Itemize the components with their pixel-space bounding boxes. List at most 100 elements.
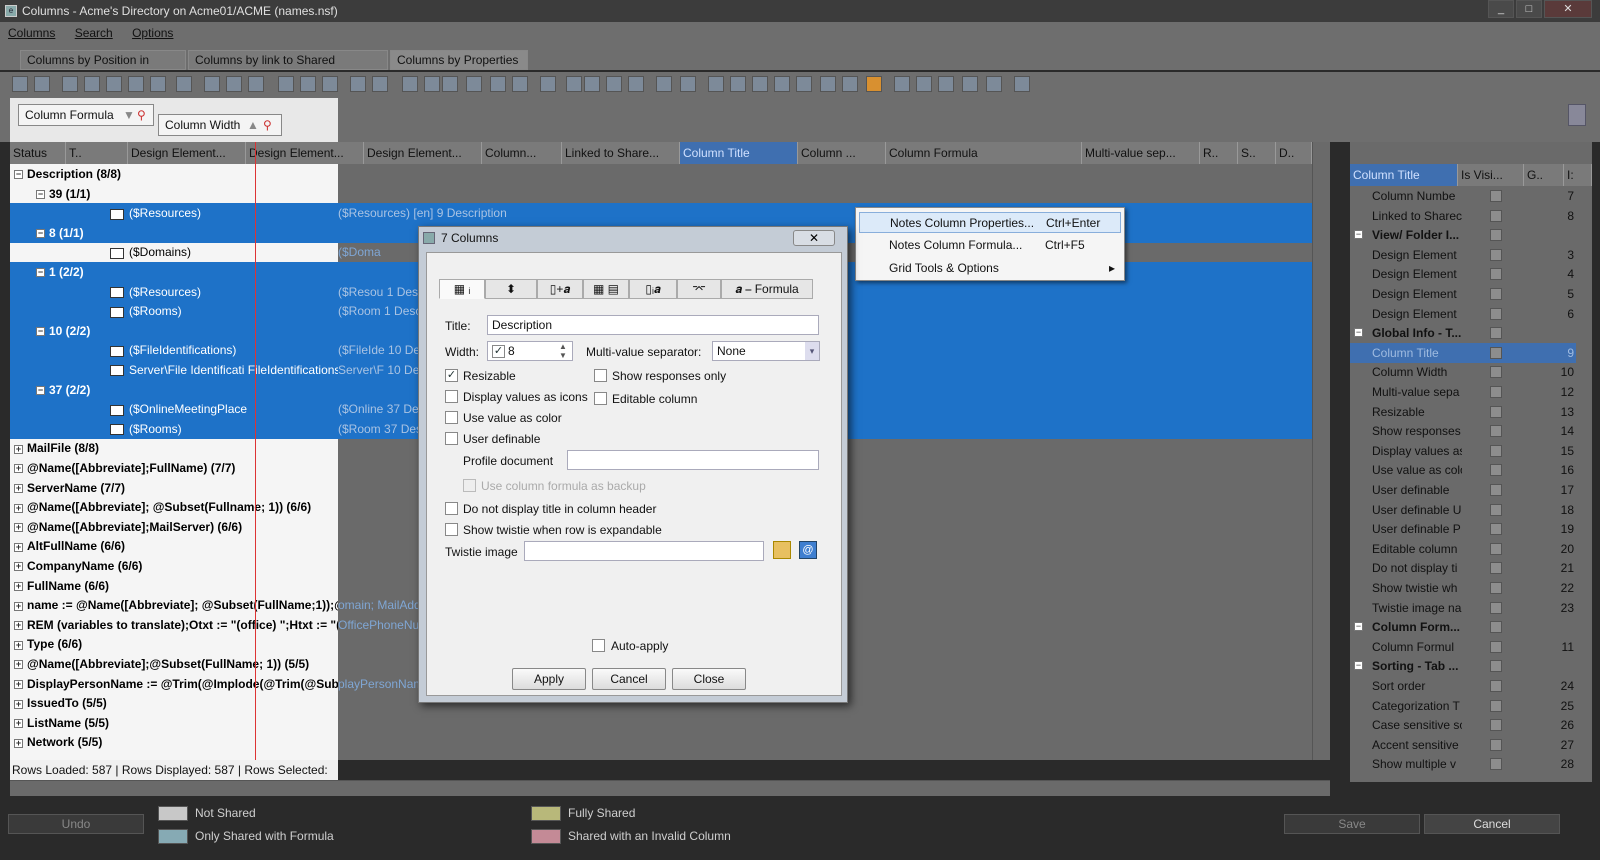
- header-design-element-2[interactable]: Design Element...: [246, 142, 364, 164]
- group-chip-column-formula[interactable]: Column Formula ▼ ⚲: [18, 104, 154, 126]
- toolbar-tool-icon[interactable]: [584, 76, 600, 92]
- tab-formula[interactable]: 𝒂 ⎯ Formula: [721, 279, 813, 299]
- toolbar-tool-icon[interactable]: [938, 76, 954, 92]
- tab-basics[interactable]: ▦ ᵢ: [439, 279, 485, 299]
- expand-toggle-icon[interactable]: +: [14, 483, 23, 493]
- visible-checkbox[interactable]: [1490, 699, 1502, 712]
- visible-checkbox[interactable]: [1490, 719, 1502, 732]
- expand-toggle-icon[interactable]: +: [14, 719, 23, 729]
- tab-sorting[interactable]: ⬍: [485, 279, 537, 299]
- toolbar-tool-icon[interactable]: [962, 76, 978, 92]
- property-row[interactable]: Categorization T 25: [1350, 696, 1576, 716]
- visible-checkbox[interactable]: [1490, 660, 1502, 673]
- property-row[interactable]: Design Element 6: [1350, 304, 1576, 324]
- undo-button[interactable]: Undo: [8, 814, 144, 834]
- property-row[interactable]: Column Numbe 7: [1350, 186, 1576, 206]
- visible-checkbox[interactable]: [1490, 562, 1502, 575]
- collapse-toggle-icon[interactable]: −: [1354, 622, 1363, 632]
- property-row[interactable]: Show multiple v 28: [1350, 754, 1576, 774]
- group-chip-column-width[interactable]: Column Width ▲ ⚲: [158, 114, 282, 136]
- visible-checkbox[interactable]: [1490, 190, 1502, 202]
- visible-checkbox[interactable]: [1490, 444, 1502, 457]
- toolbar-tool-icon[interactable]: [176, 76, 192, 92]
- property-row[interactable]: Accent sensitive 27: [1350, 735, 1576, 755]
- grid-vertical-scrollbar[interactable]: [1312, 142, 1330, 760]
- table-row[interactable]: −39 (1/1): [10, 184, 1330, 204]
- visible-checkbox[interactable]: [1490, 307, 1502, 320]
- visible-checkbox[interactable]: [1490, 601, 1502, 614]
- toolbar-tool-icon[interactable]: [820, 76, 836, 92]
- visible-checkbox[interactable]: [1490, 229, 1502, 242]
- toolbar-tool-icon[interactable]: [62, 76, 78, 92]
- menu-item-notes-column-formula[interactable]: Notes Column Formula... Ctrl+F5: [859, 235, 1121, 256]
- property-row[interactable]: User definable P 19: [1350, 519, 1576, 539]
- no-title-checkbox[interactable]: [445, 502, 458, 515]
- property-row[interactable]: Twistie image na 23: [1350, 598, 1576, 618]
- tab-title-font[interactable]: ▯ᵢ𝒂: [629, 279, 677, 299]
- toolbar-tool-icon[interactable]: [128, 76, 144, 92]
- visible-checkbox[interactable]: [1490, 582, 1502, 594]
- header-group[interactable]: G..: [1524, 164, 1564, 186]
- collapse-toggle-icon[interactable]: −: [1354, 230, 1363, 240]
- use-color-checkbox[interactable]: [445, 411, 458, 424]
- collapse-toggle-icon[interactable]: −: [1354, 661, 1363, 671]
- expand-toggle-icon[interactable]: +: [14, 581, 23, 591]
- visible-checkbox[interactable]: [1490, 503, 1502, 516]
- toolbar-tool-icon[interactable]: [300, 76, 316, 92]
- expand-toggle-icon[interactable]: −: [14, 170, 23, 180]
- toolbar-tool-icon[interactable]: [226, 76, 242, 92]
- editable-checkbox[interactable]: [594, 392, 607, 405]
- toolbar-tool-icon[interactable]: [842, 76, 858, 92]
- folder-icon[interactable]: [773, 541, 791, 559]
- expand-toggle-icon[interactable]: +: [14, 699, 23, 709]
- resizable-checkbox[interactable]: ✓: [445, 369, 458, 382]
- toolbar-tool-icon[interactable]: [278, 76, 294, 92]
- collapse-toggle-icon[interactable]: −: [1354, 328, 1363, 338]
- property-row[interactable]: Display values as 15: [1350, 441, 1576, 461]
- table-row[interactable]: + Network (5/5): [10, 732, 1330, 752]
- header-index[interactable]: I:: [1564, 164, 1592, 186]
- tab-advanced[interactable]: ⌤: [677, 279, 721, 299]
- apply-button[interactable]: Apply: [512, 668, 586, 690]
- toolbar-tool-icon[interactable]: [490, 76, 506, 92]
- toolbar-tool-icon[interactable]: [248, 76, 264, 92]
- expand-toggle-icon[interactable]: +: [14, 640, 23, 650]
- tab-columns-by-position[interactable]: Columns by Position in Views: [20, 50, 186, 85]
- expand-toggle-icon[interactable]: +: [14, 660, 23, 670]
- header-prop-column-title[interactable]: Column Title: [1350, 164, 1458, 186]
- menu-options[interactable]: Options: [124, 22, 181, 44]
- expand-toggle-icon[interactable]: +: [14, 542, 23, 552]
- twistie-image-input[interactable]: [524, 541, 764, 561]
- header-column-title[interactable]: Column Title: [680, 142, 798, 164]
- header-type[interactable]: T..: [66, 142, 128, 164]
- visible-checkbox[interactable]: [1490, 327, 1502, 340]
- dialog-close-button[interactable]: ✕: [793, 230, 835, 246]
- visible-checkbox[interactable]: [1490, 542, 1502, 555]
- toolbar-tool-icon[interactable]: [322, 76, 338, 92]
- property-row[interactable]: Sort order 24: [1350, 676, 1576, 696]
- expand-toggle-icon[interactable]: +: [14, 738, 23, 748]
- toolbar-tool-icon[interactable]: [1014, 76, 1030, 92]
- expand-toggle-icon[interactable]: −: [36, 189, 45, 199]
- tab-font[interactable]: ▯+𝒂: [537, 279, 583, 299]
- expand-toggle-icon[interactable]: +: [14, 464, 23, 474]
- toolbar-tool-icon[interactable]: [106, 76, 122, 92]
- toolbar-tool-icon[interactable]: [402, 76, 418, 92]
- toolbar-tool-icon[interactable]: [150, 76, 166, 92]
- chevron-down-icon[interactable]: ▾: [805, 342, 819, 360]
- property-row[interactable]: Do not display ti 21: [1350, 558, 1576, 578]
- menu-columns[interactable]: Columns: [0, 22, 63, 44]
- width-checkbox[interactable]: ✓: [492, 345, 505, 358]
- tab-numbers[interactable]: ▦ ▤: [583, 279, 629, 299]
- toolbar-tool-icon[interactable]: [774, 76, 790, 92]
- property-row[interactable]: Column Formul 11: [1350, 637, 1576, 657]
- toolbar-tool-icon[interactable]: [350, 76, 366, 92]
- display-icons-checkbox[interactable]: [445, 390, 458, 403]
- table-row[interactable]: − Description (8/8): [10, 164, 1330, 184]
- auto-apply-checkbox[interactable]: [592, 639, 605, 652]
- grid-horizontal-scrollbar[interactable]: [10, 780, 1330, 796]
- expand-toggle-icon[interactable]: −: [36, 327, 45, 337]
- header-show-responses[interactable]: S..: [1238, 142, 1276, 164]
- header-display-icons[interactable]: D..: [1276, 142, 1312, 164]
- table-row[interactable]: ($Resources) ($Resources) [en] 9 Descript…: [10, 203, 1330, 224]
